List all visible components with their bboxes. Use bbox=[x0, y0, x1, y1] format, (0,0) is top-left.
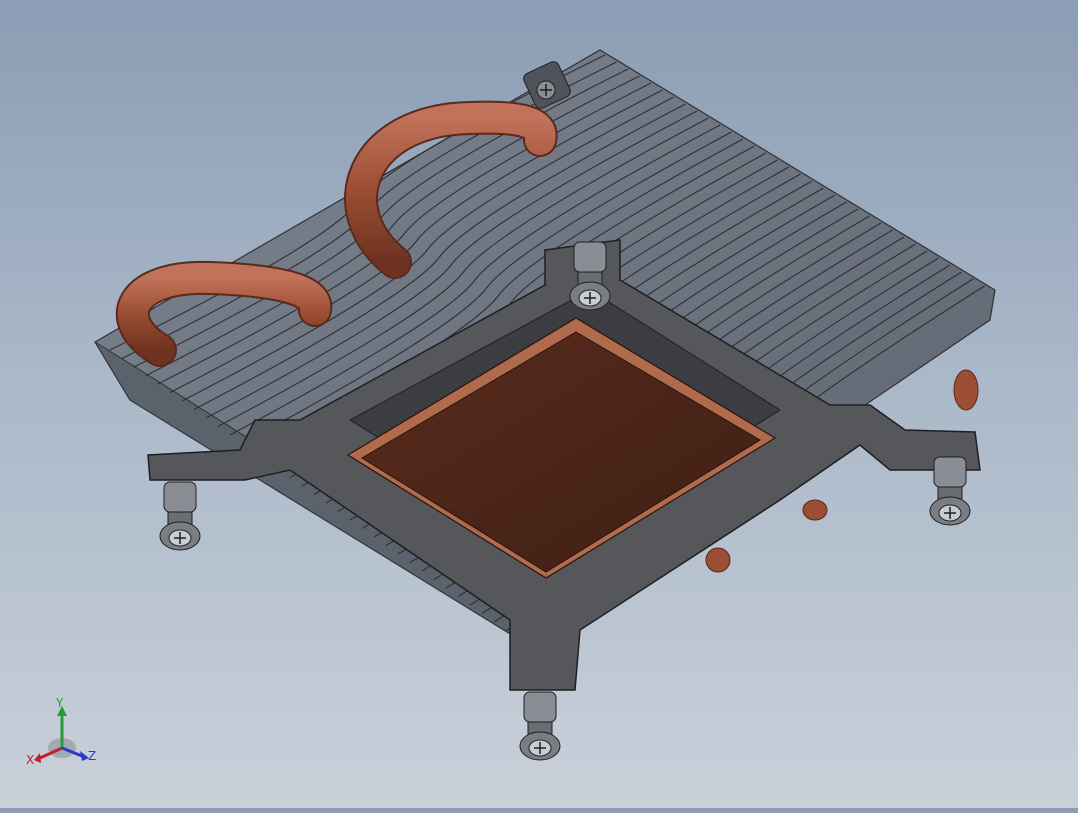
orientation-triad: Y X Z bbox=[22, 692, 112, 772]
heatsink-model[interactable] bbox=[0, 0, 1078, 808]
screw[interactable] bbox=[159, 481, 201, 551]
screw[interactable] bbox=[929, 456, 971, 526]
screw[interactable] bbox=[519, 691, 561, 761]
y-axis-label: Y bbox=[55, 696, 64, 710]
x-axis-label: X bbox=[26, 753, 34, 767]
z-axis-label: Z bbox=[88, 749, 96, 763]
x-axis-arrow-icon bbox=[34, 753, 41, 763]
cad-viewport[interactable]: Y X Z bbox=[0, 0, 1078, 808]
